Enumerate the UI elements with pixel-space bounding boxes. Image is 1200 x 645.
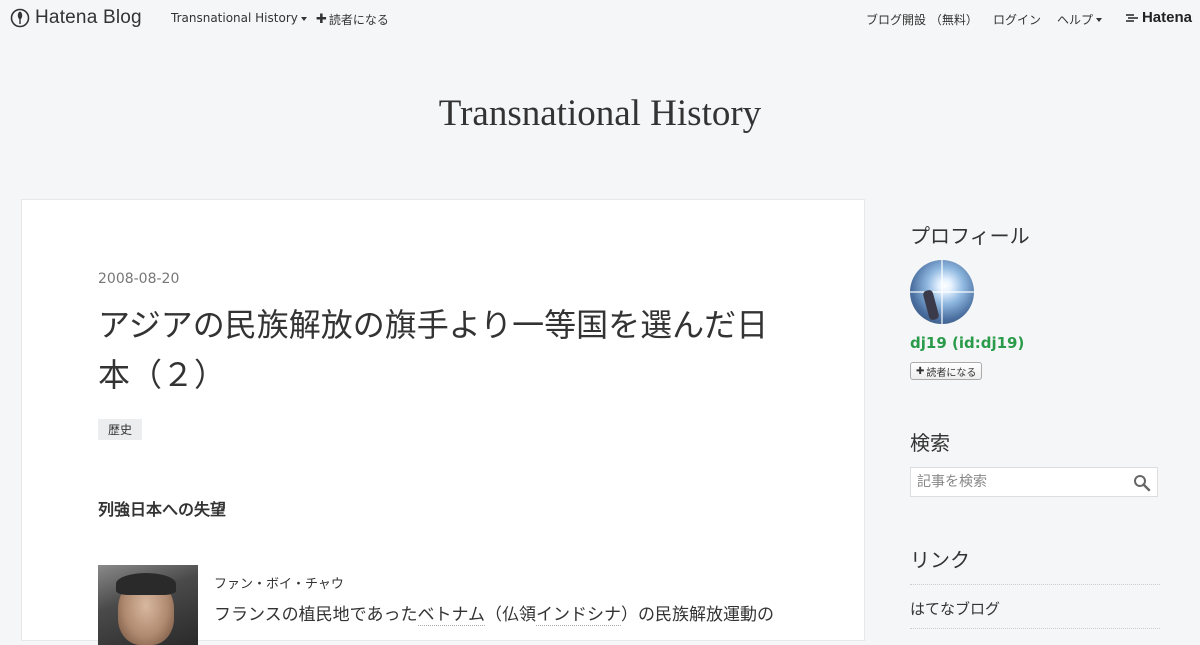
help-menu[interactable]: ヘルプ [1057, 11, 1103, 28]
entry-date[interactable]: 2008-08-20 [98, 271, 179, 287]
login-link[interactable]: ログイン [993, 11, 1041, 28]
blog-menu[interactable]: Transnational History [171, 11, 307, 25]
image-caption: ファン・ボイ・チャウ [214, 577, 344, 592]
blog-menu-label: Transnational History [171, 11, 298, 25]
hatena-logo-text: Hatena [1141, 9, 1192, 26]
profile-name[interactable]: dj19 (id:dj19) [910, 334, 1024, 352]
login-label: ログイン [993, 13, 1042, 27]
search-input[interactable] [911, 468, 1143, 496]
blog-title[interactable]: Transnational History [0, 92, 1200, 135]
hatena-logo[interactable]: Hatena [1125, 9, 1192, 26]
section-heading: 列強日本への失望 [98, 500, 227, 519]
follow-link[interactable]: ✚ 読者になる [316, 11, 389, 28]
profile-heading: プロフィール [910, 224, 1030, 248]
hatena-blog-logo[interactable]: Hatena Blog [10, 7, 142, 29]
open-blog-link[interactable]: ブログ開設 （無料） [866, 11, 978, 28]
portrait-image [98, 565, 198, 645]
entry-card: 2008-08-20 アジアの民族解放の旗手より一等国を選んだ日本（２） 歴史 … [21, 199, 865, 645]
keyword-link[interactable]: ベトナム [417, 605, 485, 626]
follow-button-label: 読者になる [926, 367, 977, 379]
link-item[interactable]: はてなブログ [910, 598, 1000, 619]
search-icon[interactable] [1133, 474, 1151, 492]
plus-icon: ✚ [916, 365, 925, 377]
entry-body: フランスの植民地であったベトナム（仏領インドシナ）の民族解放運動の [214, 605, 774, 626]
logo-text: Hatena Blog [35, 7, 142, 28]
search-heading: 検索 [910, 431, 950, 455]
follow-button[interactable]: ✚ 読者になる [910, 362, 983, 380]
search-form [910, 467, 1158, 497]
links-heading: リンク [910, 548, 970, 572]
keyword-link[interactable]: インドシナ [536, 605, 621, 626]
avatar[interactable] [910, 260, 974, 324]
plus-icon: ✚ [316, 12, 327, 27]
open-blog-label: ブログ開設 （無料） [866, 13, 978, 27]
hatena-blog-logo-icon [10, 8, 30, 28]
help-label: ヘルプ [1057, 13, 1094, 27]
link-divider [910, 628, 1160, 629]
category-badge[interactable]: 歴史 [98, 419, 143, 440]
global-header: Hatena Blog Transnational History ✚ 読者にな… [0, 0, 1200, 36]
caret-down-icon [300, 16, 307, 21]
hatena-mark-icon [1125, 13, 1138, 22]
caret-down-icon [1096, 18, 1103, 22]
follow-label: 読者になる [328, 13, 389, 27]
link-divider [910, 584, 1160, 585]
entry-title[interactable]: アジアの民族解放の旗手より一等国を選んだ日本（２） [98, 300, 798, 400]
